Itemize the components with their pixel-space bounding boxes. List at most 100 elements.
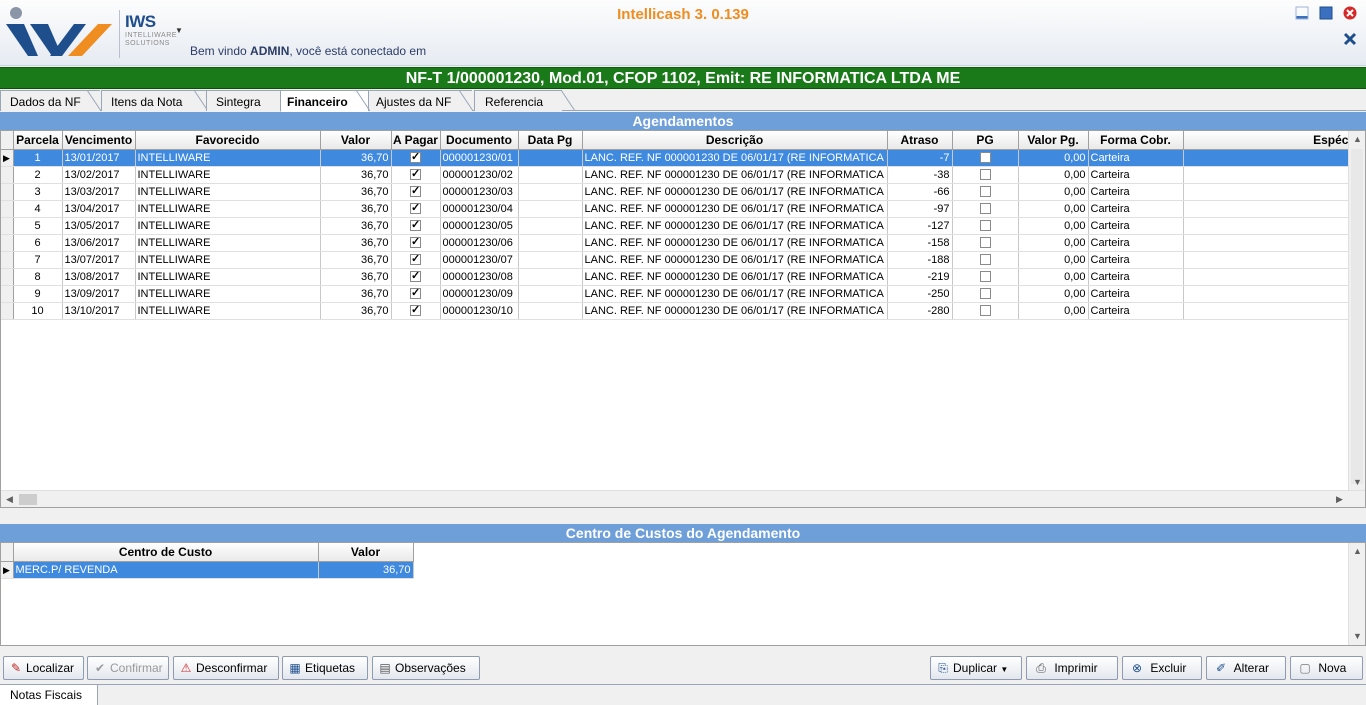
cell-favorecido[interactable]: INTELLIWARE	[135, 268, 321, 286]
cell-forma-cobr[interactable]: Carteira	[1088, 217, 1184, 235]
checkbox[interactable]	[410, 286, 421, 300]
col-documento[interactable]: Documento	[440, 131, 519, 150]
cell-vencimento[interactable]: 13/03/2017	[62, 183, 136, 201]
cell-documento[interactable]: 000001230/05	[440, 217, 519, 235]
checkbox[interactable]	[410, 150, 421, 164]
cell-favorecido[interactable]: INTELLIWARE	[135, 149, 321, 167]
table-row[interactable]: 213/02/2017INTELLIWARE36,70 000001230/02 L…	[1, 166, 1362, 184]
cell-valor-pg[interactable]: 0,00	[1018, 166, 1089, 184]
cell-cc-valor[interactable]: 36,70	[318, 561, 414, 579]
checkbox[interactable]	[979, 220, 991, 232]
cell-vencimento[interactable]: 13/09/2017	[62, 285, 136, 303]
cell-especie[interactable]	[1183, 234, 1362, 252]
cell-atraso[interactable]: -280	[887, 302, 953, 320]
cell-descricao[interactable]: LANC. REF. NF 000001230 DE 06/01/17 (RE …	[582, 217, 888, 235]
col-favorecido[interactable]: Favorecido	[135, 131, 321, 150]
cell-favorecido[interactable]: INTELLIWARE	[135, 251, 321, 269]
cell-valor[interactable]: 36,70	[320, 166, 392, 184]
agendamentos-grid[interactable]: Parcela Vencimento Favorecido Valor A Pa…	[0, 130, 1366, 508]
cell-especie[interactable]	[1183, 200, 1362, 218]
cell-vencimento[interactable]: 13/05/2017	[62, 217, 136, 235]
cell-forma-cobr[interactable]: Carteira	[1088, 251, 1184, 269]
cell-especie[interactable]	[1183, 268, 1362, 286]
scroll-up-icon[interactable]: ▲	[1349, 543, 1365, 560]
cell-favorecido[interactable]: INTELLIWARE	[135, 200, 321, 218]
cell-descricao[interactable]: LANC. REF. NF 000001230 DE 06/01/17 (RE …	[582, 234, 888, 252]
cell-descricao[interactable]: LANC. REF. NF 000001230 DE 06/01/17 (RE …	[582, 285, 888, 303]
cell-especie[interactable]	[1183, 166, 1362, 184]
cell-favorecido[interactable]: INTELLIWARE	[135, 302, 321, 320]
checkbox[interactable]	[979, 271, 991, 283]
close-form-icon[interactable]	[1343, 32, 1357, 46]
table-row[interactable]: ▶113/01/2017INTELLIWARE36,70 000001230/01…	[1, 149, 1362, 167]
tab-itens-da-nota[interactable]: Itens da Nota	[101, 90, 207, 111]
cell-valor[interactable]: 36,70	[320, 268, 392, 286]
cell-forma-cobr[interactable]: Carteira	[1088, 234, 1184, 252]
checkbox[interactable]	[979, 254, 991, 266]
cell-data-pg[interactable]	[518, 234, 583, 252]
cell-valor-pg[interactable]: 0,00	[1018, 200, 1089, 218]
cell-atraso[interactable]: -97	[887, 200, 953, 218]
table-row[interactable]: 413/04/2017INTELLIWARE36,70 000001230/04 L…	[1, 200, 1362, 218]
checkbox[interactable]	[979, 288, 991, 300]
scroll-thumb[interactable]	[19, 494, 37, 505]
cell-valor-pg[interactable]: 0,00	[1018, 183, 1089, 201]
col-valor-pg[interactable]: Valor Pg.	[1018, 131, 1089, 150]
cell-descricao[interactable]: LANC. REF. NF 000001230 DE 06/01/17 (RE …	[582, 200, 888, 218]
etiquetas-button[interactable]: ▦ Etiquetas	[282, 656, 368, 680]
excluir-button[interactable]: ⊗ Excluir	[1122, 656, 1202, 680]
cell-forma-cobr[interactable]: Carteira	[1088, 285, 1184, 303]
cell-descricao[interactable]: LANC. REF. NF 000001230 DE 06/01/17 (RE …	[582, 302, 888, 320]
tab-notas-fiscais[interactable]: Notas Fiscais	[0, 685, 98, 705]
cell-atraso[interactable]: -219	[887, 268, 953, 286]
col-cc-valor[interactable]: Valor	[318, 543, 414, 562]
cell-atraso[interactable]: -7	[887, 149, 953, 167]
checkbox[interactable]	[410, 184, 421, 198]
cell-especie[interactable]	[1183, 251, 1362, 269]
table-row[interactable]: 513/05/2017INTELLIWARE36,70 000001230/05 L…	[1, 217, 1362, 235]
cell-descricao[interactable]: LANC. REF. NF 000001230 DE 06/01/17 (RE …	[582, 166, 888, 184]
cell-valor[interactable]: 36,70	[320, 234, 392, 252]
cell-valor-pg[interactable]: 0,00	[1018, 302, 1089, 320]
cell-favorecido[interactable]: INTELLIWARE	[135, 285, 321, 303]
horizontal-scrollbar[interactable]: ◀ ▶	[1, 490, 1365, 507]
tab-financeiro[interactable]: Financeiro	[280, 90, 368, 112]
cell-data-pg[interactable]	[518, 166, 583, 184]
cell-data-pg[interactable]	[518, 251, 583, 269]
observacoes-button[interactable]: ▤ Observações	[372, 656, 480, 680]
cell-parcela[interactable]: 9	[13, 285, 63, 303]
cell-vencimento[interactable]: 13/01/2017	[62, 149, 136, 167]
table-row[interactable]: 613/06/2017INTELLIWARE36,70 000001230/06 L…	[1, 234, 1362, 252]
cell-data-pg[interactable]	[518, 217, 583, 235]
duplicar-button[interactable]: ⎘ Duplicar ▼	[930, 656, 1022, 680]
checkbox[interactable]	[979, 152, 991, 164]
col-descricao[interactable]: Descrição	[582, 131, 888, 150]
cell-valor-pg[interactable]: 0,00	[1018, 251, 1089, 269]
scroll-left-icon[interactable]: ◀	[1, 491, 18, 507]
imprimir-button[interactable]: ⎙ Imprimir	[1026, 656, 1118, 680]
cell-parcela[interactable]: 8	[13, 268, 63, 286]
cell-favorecido[interactable]: INTELLIWARE	[135, 183, 321, 201]
cell-documento[interactable]: 000001230/10	[440, 302, 519, 320]
scroll-down-icon[interactable]: ▼	[1349, 628, 1365, 645]
cell-centro-de-custo[interactable]: MERC.P/ REVENDA	[13, 561, 319, 579]
table-row[interactable]: 313/03/2017INTELLIWARE36,70 000001230/03 L…	[1, 183, 1362, 201]
cell-favorecido[interactable]: INTELLIWARE	[135, 234, 321, 252]
cell-valor[interactable]: 36,70	[320, 285, 392, 303]
cell-documento[interactable]: 000001230/02	[440, 166, 519, 184]
col-especie[interactable]: Espécie	[1183, 131, 1362, 150]
cell-parcela[interactable]: 4	[13, 200, 63, 218]
cell-documento[interactable]: 000001230/01	[440, 149, 519, 167]
cell-descricao[interactable]: LANC. REF. NF 000001230 DE 06/01/17 (RE …	[582, 251, 888, 269]
nova-button[interactable]: ▢ Nova	[1290, 656, 1363, 680]
cell-parcela[interactable]: 3	[13, 183, 63, 201]
cell-parcela[interactable]: 2	[13, 166, 63, 184]
cell-vencimento[interactable]: 13/10/2017	[62, 302, 136, 320]
col-data-pg[interactable]: Data Pg	[518, 131, 583, 150]
cell-valor-pg[interactable]: 0,00	[1018, 268, 1089, 286]
cell-vencimento[interactable]: 13/06/2017	[62, 234, 136, 252]
tab-referencia[interactable]: Referencia	[474, 90, 562, 111]
table-row[interactable]: 813/08/2017INTELLIWARE36,70 000001230/08 L…	[1, 268, 1362, 286]
checkbox[interactable]	[410, 201, 421, 215]
cell-valor[interactable]: 36,70	[320, 302, 392, 320]
